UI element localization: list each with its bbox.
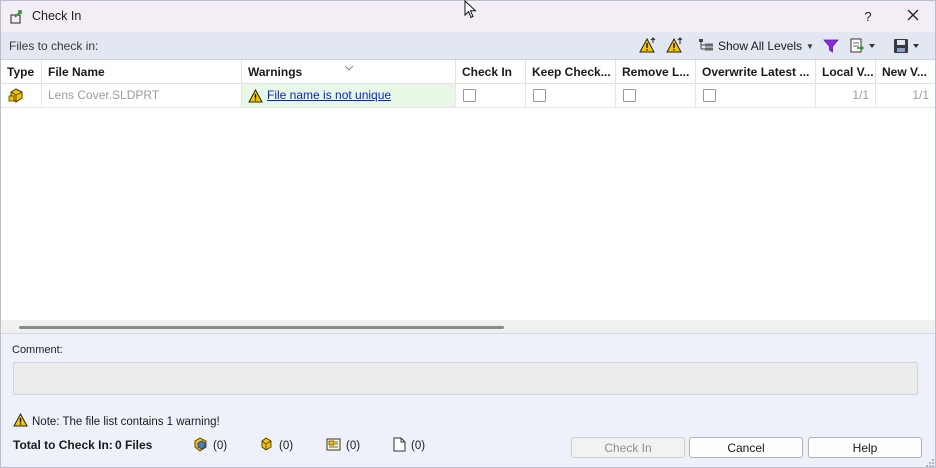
overwrite-latest-checkbox[interactable] <box>703 89 716 102</box>
new-version-cell: 1/1 <box>912 88 929 102</box>
column-header-type[interactable]: Type <box>1 60 42 84</box>
assembly-icon <box>193 437 208 455</box>
assembly-count-value: (0) <box>213 440 228 452</box>
warning-icon <box>248 88 263 107</box>
warnings-cell: File name is not unique <box>242 84 456 107</box>
keep-checked-out-cell <box>526 84 616 107</box>
show-all-levels-dropdown[interactable]: Show All Levels ▼ <box>698 36 814 56</box>
column-header-overwrite-latest[interactable]: Overwrite Latest ... <box>696 60 816 84</box>
drawing-count: (0) <box>326 437 360 455</box>
warning-up-icon[interactable] <box>639 37 657 55</box>
column-header-keep-checked-out[interactable]: Keep Check... <box>526 60 616 84</box>
warning-icon <box>13 412 28 430</box>
close-icon <box>907 9 919 24</box>
check-in-button[interactable]: Check In <box>571 437 685 458</box>
save-icon[interactable] <box>893 37 921 55</box>
local-version-cell: 1/1 <box>816 84 876 107</box>
part-file-icon <box>8 87 25 107</box>
close-button[interactable] <box>897 1 929 32</box>
keep-checked-out-checkbox[interactable] <box>533 89 546 102</box>
check-in-dialog: Check In ? Files to check in: Show All L… <box>0 0 936 468</box>
levels-tree-icon <box>698 38 714 55</box>
warning-note-text: Note: The file list contains 1 warning! <box>32 415 220 428</box>
column-header-local-version[interactable]: Local V... <box>816 60 876 84</box>
check-in-checkbox[interactable] <box>463 89 476 102</box>
overwrite-latest-cell <box>696 84 816 107</box>
file-list-grid: Type File Name Warnings Check In Keep Ch… <box>1 60 935 320</box>
files-to-check-in-label: Files to check in: <box>9 39 99 53</box>
part-count-value: (0) <box>279 440 294 452</box>
horizontal-scrollbar[interactable] <box>1 320 935 334</box>
mouse-cursor-icon <box>464 0 478 20</box>
cancel-button[interactable]: Cancel <box>689 437 803 458</box>
file-name-cell: Lens Cover.SLDPRT <box>42 84 242 107</box>
comment-input[interactable] <box>13 362 918 395</box>
drawing-icon <box>326 437 341 455</box>
comment-label: Comment: <box>12 344 63 356</box>
warning-note: Note: The file list contains 1 warning! <box>13 412 220 430</box>
column-header-check-in[interactable]: Check In <box>456 60 526 84</box>
document-count-value: (0) <box>411 440 426 452</box>
filter-icon[interactable] <box>822 37 840 55</box>
check-in-cell <box>456 84 526 107</box>
show-all-levels-label: Show All Levels <box>718 39 803 53</box>
remove-local-checkbox[interactable] <box>623 89 636 102</box>
part-icon <box>259 437 274 455</box>
type-cell <box>1 84 42 107</box>
remove-local-cell <box>616 84 696 107</box>
total-label: Total to Check In: <box>13 438 113 452</box>
sort-descending-icon <box>344 60 354 71</box>
document-icon <box>393 437 406 455</box>
scrollbar-thumb[interactable] <box>19 326 504 329</box>
document-count: (0) <box>393 437 425 455</box>
drawing-count-value: (0) <box>346 440 361 452</box>
column-header-file-name[interactable]: File Name <box>42 60 242 84</box>
toolbar: Files to check in: Show All Levels ▼ <box>1 32 935 60</box>
warning-arrow-icon[interactable] <box>666 37 684 55</box>
export-icon[interactable] <box>849 37 877 55</box>
total-value: 0 Files <box>115 438 153 452</box>
help-button[interactable]: Help <box>808 437 922 458</box>
grid-header: Type File Name Warnings Check In Keep Ch… <box>1 60 935 84</box>
resize-grip-icon[interactable] <box>925 457 935 467</box>
check-in-app-icon <box>9 8 27 26</box>
help-question-button[interactable]: ? <box>854 1 882 32</box>
column-header-remove-local[interactable]: Remove L... <box>616 60 696 84</box>
part-count: (0) <box>259 437 293 455</box>
column-header-new-version[interactable]: New V... <box>876 60 935 84</box>
warning-link[interactable]: File name is not unique <box>267 84 391 107</box>
table-row[interactable]: Lens Cover.SLDPRT File name is not uniqu… <box>1 84 935 108</box>
chevron-down-icon: ▼ <box>806 41 814 51</box>
window-title: Check In <box>32 9 82 23</box>
assembly-count: (0) <box>193 437 227 455</box>
